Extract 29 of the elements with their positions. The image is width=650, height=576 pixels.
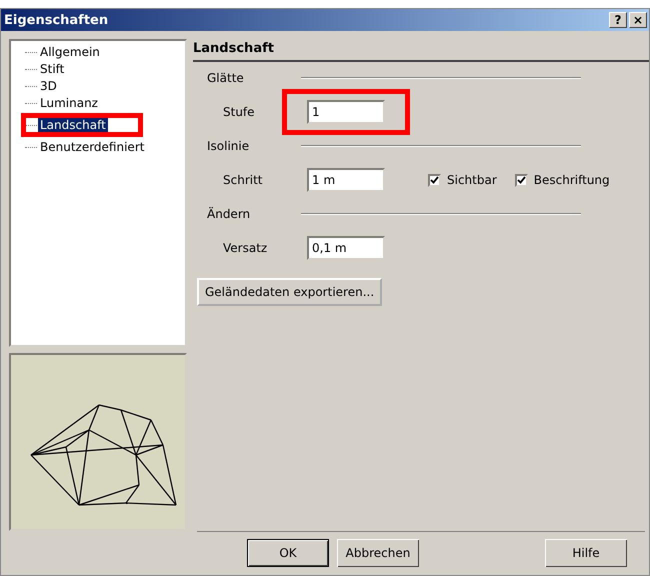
tree-item[interactable]: Luminanz — [38, 96, 100, 110]
page-heading: Landschaft — [193, 39, 649, 62]
group-title: Ändern — [207, 207, 252, 221]
tree-item[interactable]: Allgemein — [38, 45, 102, 59]
field-label: Schritt — [223, 173, 264, 187]
input-field[interactable]: 1 — [307, 100, 385, 124]
check-icon — [516, 176, 526, 184]
tree-item[interactable]: Benutzerdefiniert — [38, 140, 146, 154]
checkbox[interactable] — [514, 174, 528, 186]
tree-item[interactable]: 3D — [38, 79, 59, 93]
check-icon — [430, 176, 439, 184]
help-button[interactable]: ? — [609, 12, 627, 28]
input-field[interactable]: 1 m — [307, 168, 385, 192]
dialog-button[interactable]: Abbrechen — [337, 539, 419, 567]
field-label: Stufe — [223, 105, 256, 119]
dialog-button[interactable]: OK — [247, 539, 329, 567]
checkbox-label: Sichtbar — [447, 173, 497, 187]
dialog-button[interactable]: Hilfe — [545, 539, 627, 567]
field-label: Versatz — [223, 241, 268, 255]
window-title: Eigenschaften — [4, 12, 108, 28]
export-button[interactable]: Geländedaten exportieren... — [197, 278, 382, 306]
input-field[interactable]: 0,1 m — [307, 236, 385, 260]
tree-item[interactable]: Landschaft — [38, 118, 108, 132]
checkbox[interactable] — [428, 174, 441, 186]
group-title: Glätte — [207, 71, 245, 85]
checkbox-label: Beschriftung — [534, 173, 610, 187]
tree-item[interactable]: Stift — [38, 62, 66, 76]
close-button[interactable]: × — [629, 12, 647, 28]
group-title: Isolinie — [207, 139, 250, 153]
